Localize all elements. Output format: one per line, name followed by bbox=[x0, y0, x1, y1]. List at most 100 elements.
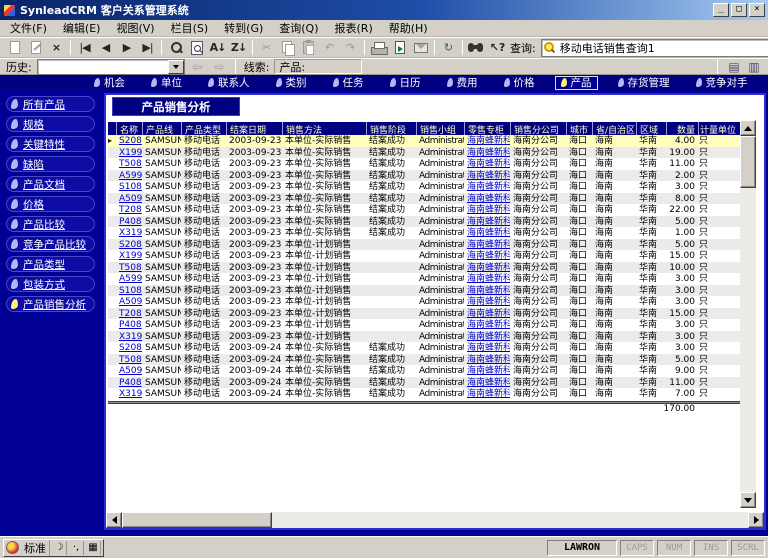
cell-name[interactable]: T208 bbox=[116, 204, 142, 216]
column-header[interactable]: 计量单位 bbox=[698, 122, 740, 135]
column-header[interactable]: 名称 bbox=[116, 122, 142, 135]
tab-calendar[interactable]: 日历 bbox=[384, 76, 427, 90]
cell-name[interactable]: S208 bbox=[116, 342, 142, 354]
table-row[interactable]: T208 SAMSUNG 移动电话 2003-09-23 本单位-计划销售 Ad… bbox=[108, 308, 740, 320]
cell-retail-counter[interactable]: 海南蜂新科 bbox=[464, 354, 510, 366]
copy-icon[interactable] bbox=[277, 39, 298, 57]
cell-name[interactable]: S108 bbox=[116, 285, 142, 297]
sidebar-item-defects[interactable]: 缺陷 bbox=[6, 156, 95, 172]
minimize-button[interactable]: _ bbox=[713, 3, 729, 17]
table-row[interactable]: T508 SAMSUNG 移动电话 2003-09-23 本单位-计划销售 Ad… bbox=[108, 262, 740, 274]
forward-button[interactable]: ⇨ bbox=[210, 59, 229, 74]
column-header[interactable]: 销售方法 bbox=[282, 122, 366, 135]
cell-retail-counter[interactable]: 海南蜂新科 bbox=[464, 239, 510, 251]
cell-retail-counter[interactable]: 海南蜂新科 bbox=[464, 193, 510, 205]
cell-retail-counter[interactable]: 海南蜂新科 bbox=[464, 342, 510, 354]
sidebar-item-product-sales-analysis[interactable]: 产品销售分析 bbox=[6, 296, 95, 312]
cell-name[interactable]: P408 bbox=[116, 377, 142, 389]
redo-icon[interactable]: ↷ bbox=[340, 39, 361, 57]
cell-name[interactable]: T508 bbox=[116, 354, 142, 366]
table-row[interactable]: S208 SAMSUNG 移动电话 2003-09-23 本单位-计划销售 Ad… bbox=[108, 239, 740, 251]
sidebar-item-key-features[interactable]: 关键特性 bbox=[6, 136, 95, 152]
cell-name[interactable]: A599 bbox=[116, 170, 142, 182]
menu-item[interactable]: 视图(V) bbox=[108, 19, 162, 37]
cell-retail-counter[interactable]: 海南蜂新科 bbox=[464, 250, 510, 262]
table-row[interactable]: X319 SAMSUNG 移动电话 2003-09-23 本单位-计划销售 Ad… bbox=[108, 331, 740, 343]
table-row[interactable]: X199 SAMSUNG 移动电话 2003-09-23 本单位-实际销售 结案… bbox=[108, 147, 740, 159]
first-record-icon[interactable]: |◀ bbox=[74, 39, 95, 57]
refresh-icon[interactable]: ↻ bbox=[438, 39, 459, 57]
column-header[interactable]: 销售分公司 bbox=[510, 122, 566, 135]
table-row[interactable]: ▸ S208 SAMSUNG 移动电话 2003-09-23 本单位-实际销售 … bbox=[108, 135, 740, 147]
menu-item[interactable]: 查询(Q) bbox=[271, 19, 326, 37]
restore-button[interactable]: □ bbox=[731, 3, 747, 17]
table-row[interactable]: S108 SAMSUNG 移动电话 2003-09-23 本单位-实际销售 结案… bbox=[108, 181, 740, 193]
sidebar-item-all-products[interactable]: 所有产品 bbox=[6, 96, 95, 112]
cell-retail-counter[interactable]: 海南蜂新科 bbox=[464, 273, 510, 285]
history-combobox[interactable] bbox=[37, 59, 185, 75]
cell-retail-counter[interactable]: 海南蜂新科 bbox=[464, 135, 510, 147]
table-row[interactable]: X319 SAMSUNG 移动电话 2003-09-24 本单位-实际销售 结案… bbox=[108, 388, 740, 400]
tab-inventory[interactable]: 存货管理 bbox=[612, 76, 676, 90]
delete-record-icon[interactable]: × bbox=[46, 39, 67, 57]
table-row[interactable]: A509 SAMSUNG 移动电话 2003-09-23 本单位-计划销售 Ad… bbox=[108, 296, 740, 308]
column-header[interactable]: 销售阶段 bbox=[366, 122, 416, 135]
ime-keyboard-icon[interactable]: ▦ bbox=[86, 541, 101, 555]
paste-icon[interactable] bbox=[298, 39, 319, 57]
print-preview-icon[interactable] bbox=[186, 39, 207, 57]
prev-record-icon[interactable]: ◀ bbox=[95, 39, 116, 57]
menu-item[interactable]: 文件(F) bbox=[2, 19, 55, 37]
tab-competitor[interactable]: 竞争对手 bbox=[690, 76, 754, 90]
table-row[interactable]: T208 SAMSUNG 移动电话 2003-09-23 本单位-实际销售 结案… bbox=[108, 204, 740, 216]
table-row[interactable]: A599 SAMSUNG 移动电话 2003-09-23 本单位-实际销售 结案… bbox=[108, 170, 740, 182]
column-header[interactable]: 结案日期 bbox=[226, 122, 282, 135]
back-button[interactable]: ⇦ bbox=[188, 59, 207, 74]
cell-name[interactable]: A599 bbox=[116, 273, 142, 285]
vertical-scrollbar[interactable] bbox=[740, 120, 756, 508]
table-row[interactable]: P408 SAMSUNG 移动电话 2003-09-23 本单位-计划销售 Ad… bbox=[108, 319, 740, 331]
mail-icon[interactable] bbox=[410, 39, 431, 57]
column-header[interactable]: 销售小组 bbox=[416, 122, 464, 135]
horizontal-scroll-thumb[interactable] bbox=[122, 512, 272, 528]
cell-retail-counter[interactable]: 海南蜂新科 bbox=[464, 319, 510, 331]
cell-name[interactable]: X319 bbox=[116, 331, 142, 343]
sidebar-item-packaging[interactable]: 包装方式 bbox=[6, 276, 95, 292]
ime-fullwidth-icon[interactable]: ☽ bbox=[52, 541, 67, 555]
tab-category[interactable]: 类别 bbox=[270, 76, 313, 90]
table-row[interactable]: A509 SAMSUNG 移动电话 2003-09-24 本单位-实际销售 结案… bbox=[108, 365, 740, 377]
find-icon[interactable] bbox=[466, 39, 487, 57]
cell-retail-counter[interactable]: 海南蜂新科 bbox=[464, 158, 510, 170]
table-row[interactable]: S208 SAMSUNG 移动电话 2003-09-24 本单位-实际销售 结案… bbox=[108, 342, 740, 354]
column-header[interactable]: 零售专柜 bbox=[464, 122, 510, 135]
new-record-icon[interactable] bbox=[4, 39, 25, 57]
horizontal-scroll-track[interactable] bbox=[272, 512, 748, 528]
tab-expense[interactable]: 费用 bbox=[441, 76, 484, 90]
cell-name[interactable]: P408 bbox=[116, 216, 142, 228]
vertical-scroll-thumb[interactable] bbox=[740, 136, 756, 188]
next-record-icon[interactable]: ▶ bbox=[116, 39, 137, 57]
cell-retail-counter[interactable]: 海南蜂新科 bbox=[464, 147, 510, 159]
search-icon[interactable] bbox=[165, 39, 186, 57]
cell-retail-counter[interactable]: 海南蜂新科 bbox=[464, 227, 510, 239]
cell-name[interactable]: X319 bbox=[116, 388, 142, 400]
export-icon[interactable] bbox=[389, 39, 410, 57]
column-header[interactable]: 城市 bbox=[566, 122, 592, 135]
cell-retail-counter[interactable]: 海南蜂新科 bbox=[464, 388, 510, 400]
tab-price[interactable]: 价格 bbox=[498, 76, 541, 90]
tab-contact[interactable]: 联系人 bbox=[202, 76, 256, 90]
tab-task[interactable]: 任务 bbox=[327, 76, 370, 90]
menu-item[interactable]: 编辑(E) bbox=[55, 19, 109, 37]
history-dropdown-arrow[interactable] bbox=[168, 60, 184, 74]
cell-retail-counter[interactable]: 海南蜂新科 bbox=[464, 308, 510, 320]
view-report-icon[interactable]: ▤ bbox=[724, 59, 744, 74]
cell-name[interactable]: X319 bbox=[116, 227, 142, 239]
cell-name[interactable]: S108 bbox=[116, 181, 142, 193]
menu-item[interactable]: 转到(G) bbox=[216, 19, 271, 37]
tab-product[interactable]: 产品 bbox=[555, 76, 598, 90]
table-row[interactable]: A599 SAMSUNG 移动电话 2003-09-23 本单位-计划销售 Ad… bbox=[108, 273, 740, 285]
sort-ascending-icon[interactable]: A↓ bbox=[207, 39, 228, 57]
sidebar-item-product-type[interactable]: 产品类型 bbox=[6, 256, 95, 272]
cell-name[interactable]: P408 bbox=[116, 319, 142, 331]
menu-item[interactable]: 栏目(S) bbox=[163, 19, 217, 37]
tab-opportunity[interactable]: 机会 bbox=[88, 76, 131, 90]
